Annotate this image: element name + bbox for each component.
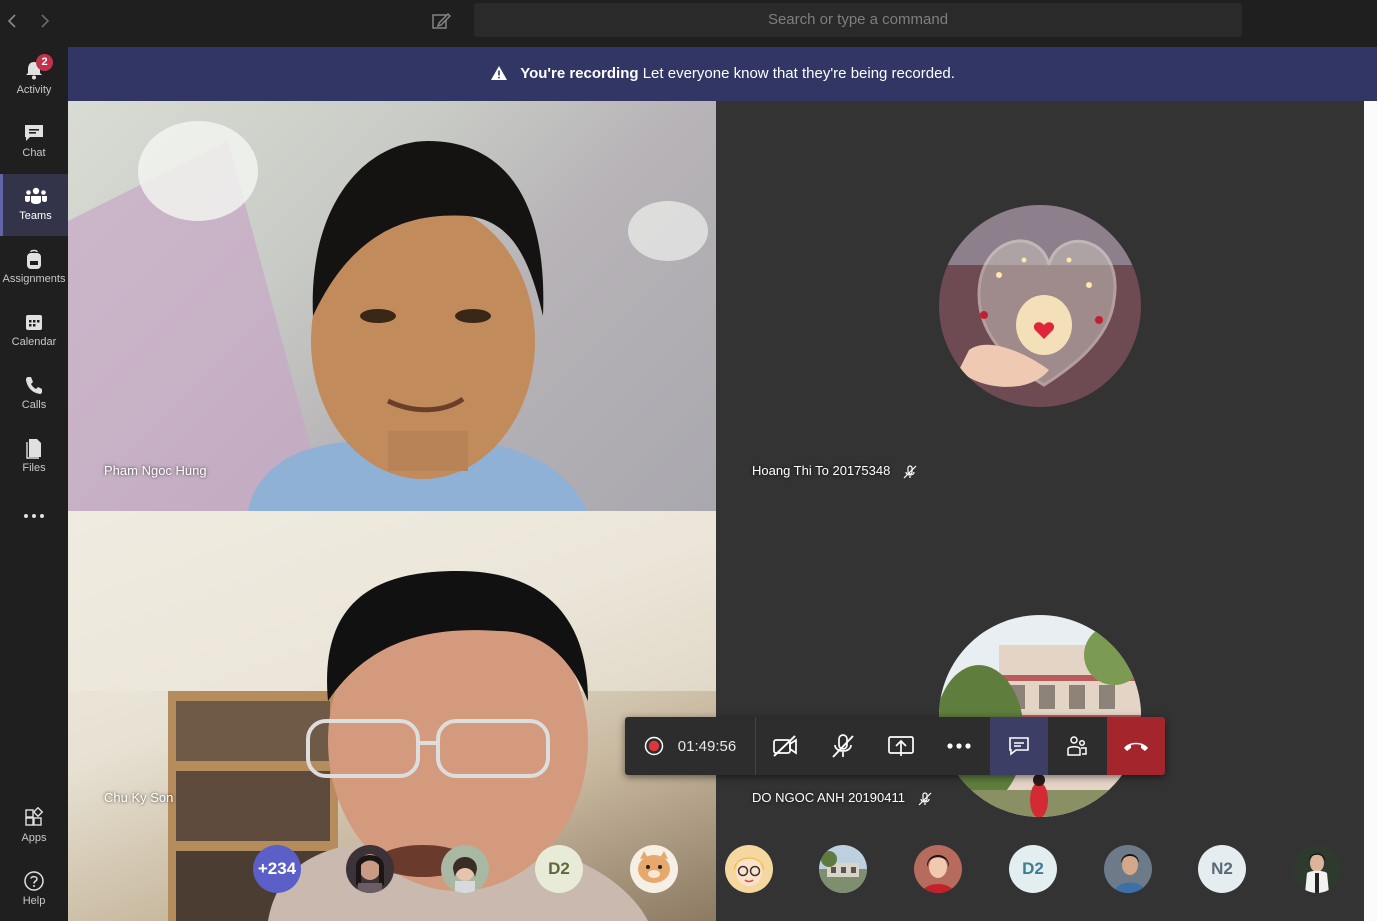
help-icon	[24, 871, 44, 891]
app-rail: 2 Activity Chat Teams Assignments Calend…	[0, 46, 68, 921]
mic-muted-icon	[918, 791, 932, 805]
participant-avatar[interactable]	[725, 845, 773, 893]
chat-icon	[1009, 737, 1029, 756]
apps-icon	[25, 807, 44, 826]
participants-icon	[1067, 736, 1087, 756]
rail-item-apps[interactable]: Apps	[0, 796, 68, 858]
timer-text: 01:49:56	[677, 737, 737, 755]
rail-item-label: Apps	[21, 832, 47, 844]
share-screen-icon	[888, 736, 914, 756]
participant-video	[68, 121, 708, 511]
more-apps-button[interactable]	[0, 501, 68, 531]
mic-toggle-button[interactable]	[814, 717, 872, 775]
rail-item-label: Teams	[19, 210, 52, 222]
video-tile[interactable]: Pham Ngoc Hung	[68, 101, 716, 511]
compose-icon	[432, 13, 451, 29]
rail-item-label: Files	[22, 462, 46, 474]
rail-item-assignments[interactable]: Assignments	[0, 237, 68, 299]
video-off-icon	[773, 735, 797, 757]
avatar-image	[346, 845, 394, 893]
backpack-icon	[27, 249, 41, 269]
participant-name: Hoang Thi To 20175348	[752, 463, 891, 478]
rail-item-label: Calls	[21, 399, 47, 411]
show-participants-button[interactable]	[1048, 717, 1106, 775]
compose-button[interactable]	[430, 10, 452, 32]
ellipsis-icon	[24, 514, 44, 518]
video-tile[interactable]: Hoang Thi To 20175348	[716, 101, 1364, 511]
chevron-left-icon	[7, 14, 16, 28]
participant-name: Chu Ky Son	[104, 790, 174, 805]
avatar-image	[441, 845, 489, 893]
rail-item-calls[interactable]: Calls	[0, 363, 68, 425]
rail-item-chat[interactable]: Chat	[0, 111, 68, 173]
hang-up-icon	[1124, 742, 1148, 751]
warning-icon	[491, 65, 508, 80]
avatar-image	[1293, 845, 1341, 893]
meeting-controls: 01:49:56	[625, 717, 1165, 775]
rail-item-teams[interactable]: Teams	[0, 174, 68, 236]
recording-banner: You're recording Let everyone know that …	[68, 47, 1377, 101]
show-conversation-button[interactable]	[990, 717, 1048, 775]
participant-initials-avatar[interactable]: D2	[1009, 845, 1057, 893]
back-button[interactable]	[5, 12, 21, 30]
participant-name: DO NGOC ANH 20190411	[752, 790, 905, 805]
avatar	[939, 615, 1141, 817]
rail-item-label: Assignments	[2, 273, 66, 285]
rail-item-calendar[interactable]: Calendar	[0, 300, 68, 362]
share-screen-button[interactable]	[872, 717, 930, 775]
participant-avatar[interactable]	[914, 845, 962, 893]
participant-name: Pham Ngoc Hung	[104, 463, 207, 478]
participant-initials-avatar[interactable]: D2	[535, 845, 583, 893]
forward-button[interactable]	[36, 12, 52, 30]
chat-icon	[25, 125, 43, 141]
activity-badge: 2	[36, 54, 53, 71]
mic-off-icon	[832, 734, 854, 758]
calendar-icon	[26, 315, 42, 330]
teams-icon	[24, 187, 47, 204]
avatar-image	[914, 845, 962, 893]
more-actions-button[interactable]	[930, 717, 988, 775]
recording-banner-text: Let everyone know that they're being rec…	[642, 65, 955, 82]
search-input[interactable]: Search or type a command	[474, 3, 1242, 37]
participant-avatar[interactable]	[441, 845, 489, 893]
participant-avatar[interactable]	[630, 845, 678, 893]
participant-name-row: Hoang Thi To 20175348	[752, 463, 918, 480]
participant-avatar[interactable]	[1104, 845, 1152, 893]
avatar-image	[939, 615, 1141, 817]
rail-item-activity[interactable]: 2 Activity	[0, 48, 68, 110]
participant-avatar[interactable]	[819, 845, 867, 893]
rail-item-label: Chat	[22, 147, 46, 159]
avatar-image	[819, 845, 867, 893]
avatar-image	[939, 205, 1141, 407]
title-bar: Search or type a command	[0, 0, 1377, 46]
avatar-image	[1104, 845, 1152, 893]
avatar-image	[630, 845, 678, 893]
recording-banner-title: You're recording	[520, 65, 639, 82]
rail-item-label: Calendar	[11, 336, 57, 348]
recording-timer: 01:49:56	[625, 717, 755, 775]
rail-item-label: Help	[22, 895, 46, 907]
file-icon	[26, 439, 41, 459]
avatar	[939, 205, 1141, 407]
window-edge	[1364, 101, 1377, 921]
overflow-participants-button[interactable]: +234	[253, 845, 301, 893]
mic-muted-icon	[903, 464, 917, 478]
participant-avatar[interactable]	[1293, 845, 1341, 893]
participant-initials-avatar[interactable]: N2	[1198, 845, 1246, 893]
video-toggle-button[interactable]	[756, 717, 814, 775]
more-icon	[947, 743, 971, 749]
rail-item-help[interactable]: Help	[0, 859, 68, 921]
phone-icon	[26, 377, 42, 394]
participant-avatar[interactable]	[346, 845, 394, 893]
record-icon	[644, 736, 664, 756]
rail-item-label: Activity	[16, 84, 52, 96]
chevron-right-icon	[41, 14, 50, 28]
avatar-image	[725, 845, 773, 893]
rail-item-files[interactable]: Files	[0, 426, 68, 488]
hang-up-button[interactable]	[1107, 717, 1165, 775]
participant-name-row: DO NGOC ANH 20190411	[752, 790, 933, 807]
